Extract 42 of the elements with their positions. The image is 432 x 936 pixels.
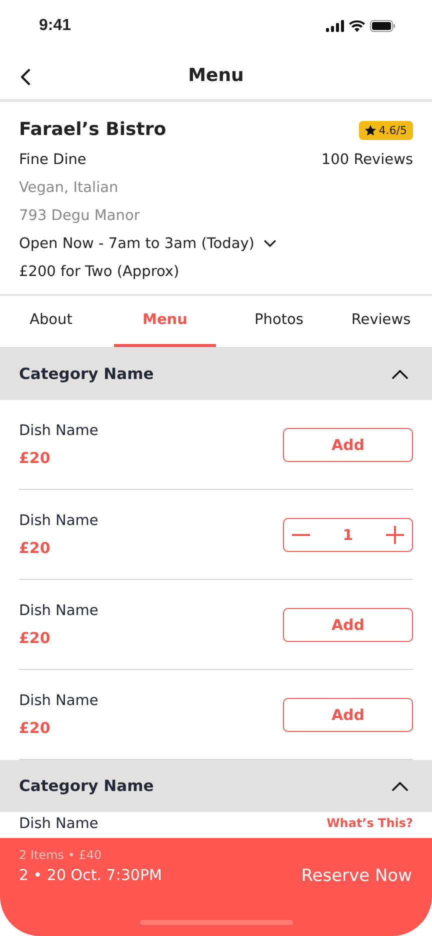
- dish-name: Dish Name: [19, 602, 98, 618]
- category-header[interactable]: Category Name: [0, 348, 432, 400]
- reserve-button[interactable]: Reserve Now: [301, 866, 412, 886]
- category-header[interactable]: Category Name: [0, 760, 432, 812]
- plus-icon: [386, 526, 404, 544]
- dish-price: £20: [19, 448, 52, 466]
- hours-dropdown[interactable]: Open Now - 7am to 3am (Today): [19, 230, 413, 258]
- increase-button[interactable]: [386, 526, 404, 544]
- back-icon: [20, 68, 32, 86]
- booking-details: 2 • 20 Oct. 7:30PM: [19, 866, 162, 884]
- tab[interactable]: About: [0, 296, 102, 347]
- restaurant-name: Farael’s Bistro: [19, 118, 166, 142]
- quantity-stepper[interactable]: 1: [283, 518, 413, 552]
- dish-name: Dish Name: [19, 692, 98, 708]
- rating-badge: 4.6/5: [358, 120, 413, 140]
- minus-icon: [292, 534, 310, 536]
- tab[interactable]: Photos: [228, 296, 330, 347]
- quantity-value: 1: [342, 526, 354, 544]
- whats-this-link[interactable]: What’s This?: [326, 816, 413, 830]
- status-time: 9:41: [39, 17, 72, 35]
- add-button[interactable]: Add: [283, 698, 413, 732]
- review-count: 100 Reviews: [321, 151, 413, 170]
- dish-name: Dish Name: [19, 816, 98, 832]
- cart-summary: 2 Items • £40: [19, 848, 103, 862]
- price-text: £200 for Two (Approx): [19, 263, 180, 282]
- signal-icon: [326, 20, 344, 32]
- screen-title: Menu: [188, 65, 244, 86]
- address-text: 793 Degu Manor: [19, 207, 141, 226]
- dish-price: £20: [19, 718, 52, 736]
- dish-name: Dish Name: [19, 422, 98, 438]
- cuisine-text: Vegan, Italian: [19, 179, 120, 198]
- dish-price: £20: [19, 538, 52, 556]
- add-button[interactable]: Add: [283, 608, 413, 642]
- dish-name: Dish Name: [19, 512, 98, 528]
- wifi-icon: [349, 20, 365, 32]
- battery-icon: [370, 20, 396, 32]
- tab[interactable]: Reviews: [330, 296, 432, 347]
- add-button[interactable]: Add: [283, 428, 413, 462]
- restaurant-type: Fine Dine: [19, 151, 86, 170]
- star-icon: [364, 124, 376, 136]
- dish-price: £20: [19, 628, 52, 646]
- chevron-down-icon: [264, 240, 276, 248]
